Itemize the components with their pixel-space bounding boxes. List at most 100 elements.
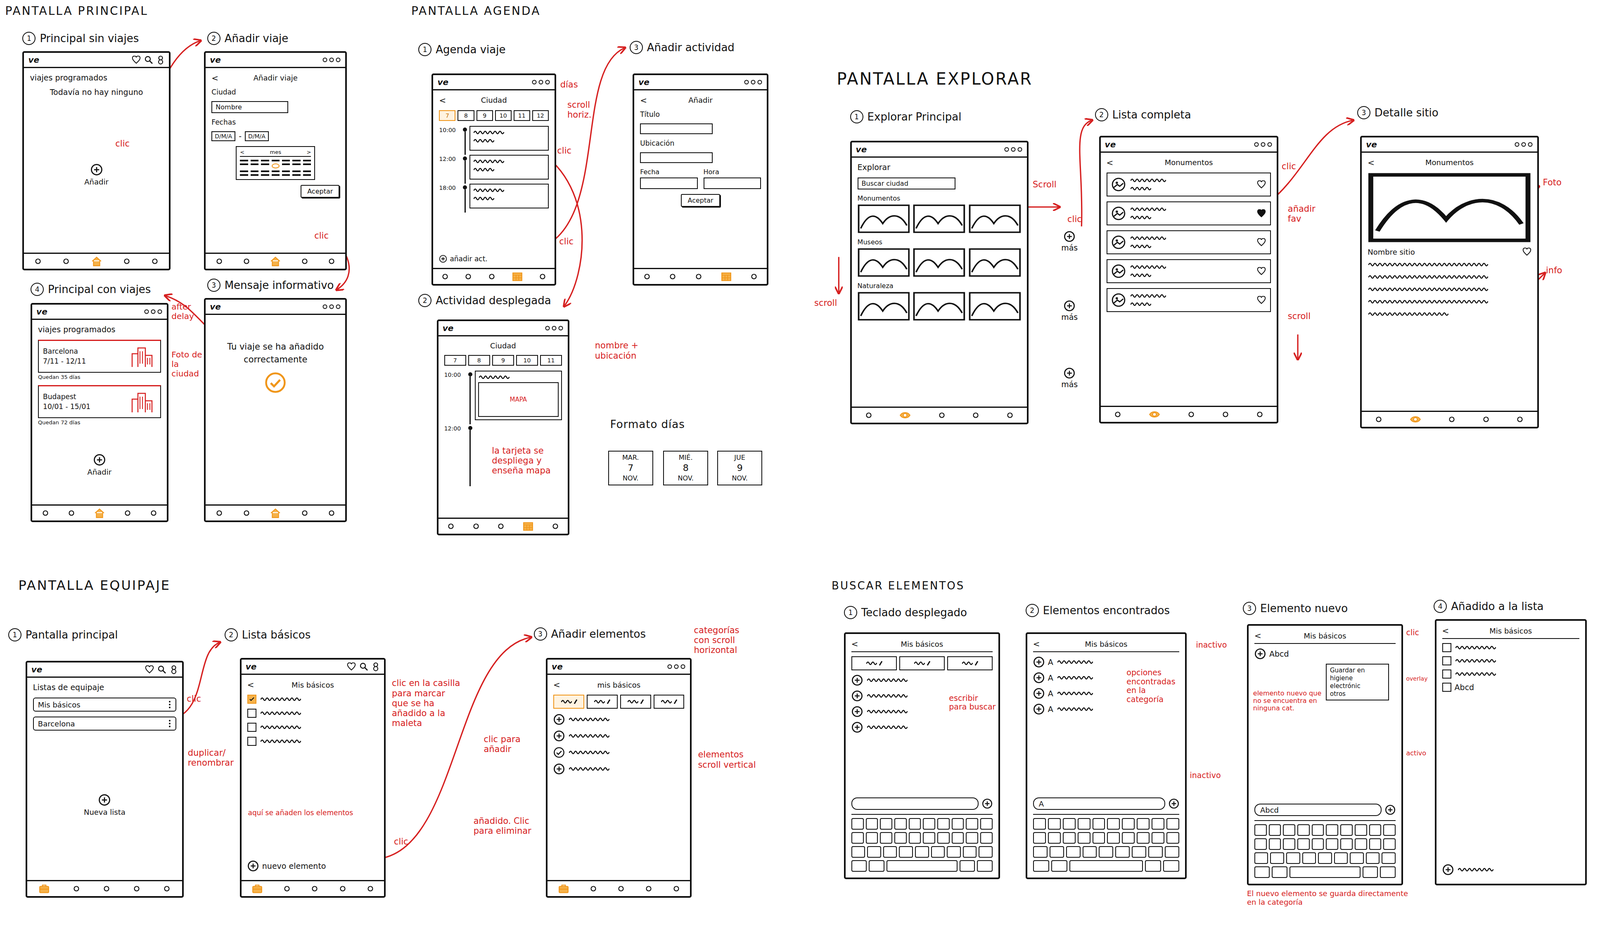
- keyboard-key[interactable]: [1254, 824, 1267, 837]
- nav-dot-icon[interactable]: [643, 273, 651, 280]
- category-tab[interactable]: [620, 694, 652, 709]
- nav-dot-icon[interactable]: [552, 523, 559, 530]
- keyboard-key[interactable]: [1317, 852, 1333, 865]
- keyboard-key[interactable]: [1311, 838, 1325, 851]
- calendar-icon[interactable]: [720, 271, 732, 282]
- app-logo[interactable]: ve: [437, 77, 449, 88]
- item-row[interactable]: [851, 721, 993, 734]
- keyboard-key[interactable]: [1311, 824, 1325, 837]
- nav-dot-icon[interactable]: [695, 273, 702, 280]
- place-thumbnail[interactable]: [857, 291, 911, 321]
- add-activity-button[interactable]: añadir act.: [438, 254, 549, 264]
- item-row[interactable]: [851, 674, 993, 687]
- day-chip[interactable]: 10: [516, 355, 539, 366]
- nav-dot-icon[interactable]: [243, 509, 250, 517]
- keyboard-key[interactable]: [1066, 846, 1081, 859]
- nav-dot-icon[interactable]: [1006, 412, 1014, 419]
- nav-dot-icon[interactable]: [133, 885, 140, 893]
- keyboard-key[interactable]: [1033, 846, 1048, 859]
- nav-dot-icon[interactable]: [1114, 411, 1122, 418]
- more-options-icon[interactable]: [168, 700, 172, 710]
- home-icon[interactable]: [91, 256, 102, 267]
- item-row[interactable]: Abcd: [1254, 648, 1396, 660]
- activity-card[interactable]: [469, 125, 549, 151]
- keyboard-key[interactable]: [978, 846, 993, 859]
- keyboard-key[interactable]: [898, 846, 913, 859]
- heart-icon[interactable]: [1522, 247, 1532, 256]
- day-chip[interactable]: 9: [476, 110, 494, 121]
- nav-dot-icon[interactable]: [539, 273, 546, 280]
- plus-circle-icon[interactable]: [851, 706, 863, 718]
- heart-icon[interactable]: [131, 55, 141, 64]
- plus-circle-icon[interactable]: [1384, 804, 1396, 816]
- keyboard-key[interactable]: [865, 832, 879, 844]
- keyboard-key[interactable]: [1381, 852, 1396, 865]
- category-tab[interactable]: [947, 656, 993, 671]
- nav-dot-icon[interactable]: [1375, 416, 1382, 423]
- keyboard-key[interactable]: [1151, 832, 1165, 844]
- plus-circle-icon[interactable]: [1442, 864, 1454, 876]
- keyboard-key[interactable]: [937, 818, 950, 830]
- keyboard-key[interactable]: [1148, 846, 1163, 859]
- profile-icon[interactable]: [371, 662, 380, 672]
- plus-circle-icon[interactable]: [553, 730, 565, 742]
- calendar-day[interactable]: [292, 170, 301, 173]
- calendar-day[interactable]: [250, 170, 259, 173]
- plus-circle-icon[interactable]: [851, 721, 863, 734]
- keyboard-key[interactable]: [1092, 832, 1106, 844]
- heart-icon[interactable]: [144, 665, 155, 674]
- add-button[interactable]: Añadir: [37, 453, 162, 477]
- checkbox[interactable]: [247, 737, 257, 747]
- place-row[interactable]: [1106, 201, 1272, 226]
- keyboard-key[interactable]: [879, 818, 893, 830]
- add-button[interactable]: Añadir: [29, 163, 163, 187]
- calendar-day[interactable]: [239, 170, 248, 173]
- calendar-day[interactable]: [250, 159, 259, 162]
- keyboard-key[interactable]: [908, 832, 922, 844]
- nav-dot-icon[interactable]: [215, 509, 223, 517]
- keyboard-key[interactable]: [1166, 818, 1180, 830]
- keyboard-key[interactable]: [851, 860, 868, 873]
- heart-icon[interactable]: [1256, 238, 1266, 247]
- accept-button[interactable]: Aceptar: [680, 194, 720, 207]
- day-chip[interactable]: 7: [444, 355, 467, 366]
- calendar-day[interactable]: [260, 159, 269, 162]
- calendar-day[interactable]: [250, 163, 259, 166]
- heart-icon[interactable]: [1256, 209, 1266, 218]
- app-logo[interactable]: ve: [442, 323, 454, 334]
- item-row[interactable]: [553, 746, 685, 759]
- keyboard-key[interactable]: [1092, 818, 1106, 830]
- app-logo[interactable]: ve: [209, 54, 221, 65]
- keyboard-key[interactable]: [1151, 818, 1165, 830]
- nav-dot-icon[interactable]: [472, 523, 480, 530]
- menu-dots-icon[interactable]: [743, 79, 763, 86]
- keyboard-key[interactable]: [1379, 866, 1396, 879]
- see-more-button[interactable]: más: [1061, 300, 1078, 322]
- calendar-day[interactable]: [271, 163, 280, 169]
- checklist-row[interactable]: [1442, 656, 1580, 666]
- keyboard-key[interactable]: [1106, 832, 1120, 844]
- nav-dot-icon[interactable]: [151, 258, 159, 265]
- text-field[interactable]: Nombre: [211, 101, 289, 114]
- keyboard-key[interactable]: [1297, 824, 1310, 837]
- nav-dot-icon[interactable]: [1448, 416, 1456, 423]
- category-tab[interactable]: [851, 656, 897, 671]
- keyboard-key[interactable]: [851, 846, 866, 859]
- back-button[interactable]: <: [438, 95, 452, 106]
- profile-icon[interactable]: [156, 55, 165, 65]
- keyboard-key[interactable]: [1254, 838, 1267, 851]
- keyboard-key[interactable]: [883, 846, 898, 859]
- keyboard-key[interactable]: [937, 832, 950, 844]
- menu-dots-icon[interactable]: [322, 303, 342, 310]
- nav-dot-icon[interactable]: [1482, 416, 1490, 423]
- checklist-row[interactable]: [247, 694, 379, 704]
- menu-dots-icon[interactable]: [322, 56, 342, 63]
- category-tab[interactable]: [586, 694, 618, 709]
- plus-circle-icon[interactable]: [553, 713, 565, 726]
- search-input[interactable]: [851, 797, 979, 811]
- nav-dot-icon[interactable]: [645, 885, 652, 893]
- keyboard-key[interactable]: [951, 818, 965, 830]
- app-logo[interactable]: ve: [855, 144, 868, 155]
- keyboard-key[interactable]: [867, 846, 882, 859]
- category-tab[interactable]: [553, 694, 585, 709]
